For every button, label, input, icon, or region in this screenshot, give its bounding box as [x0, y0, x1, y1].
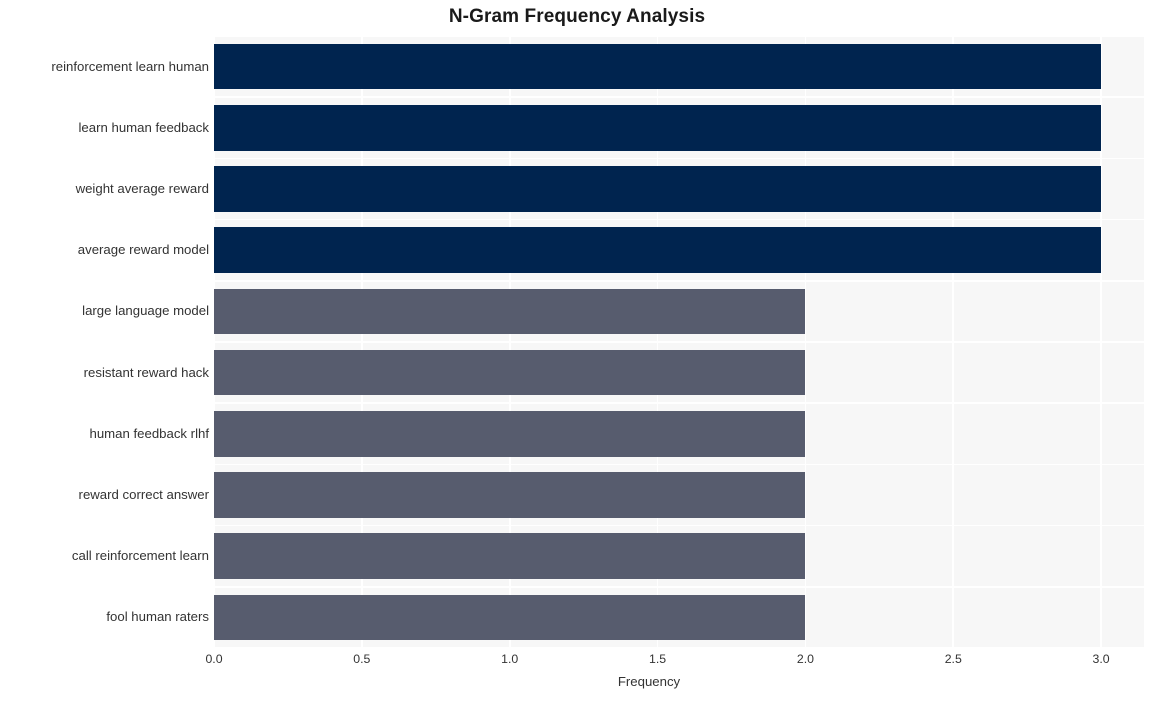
gridline-horizontal: [214, 524, 1144, 527]
y-axis-tick-label: fool human raters: [106, 609, 209, 625]
bar[interactable]: [214, 105, 1102, 151]
gridline-horizontal: [214, 36, 1144, 37]
gridline-horizontal: [214, 157, 1144, 160]
x-axis-tick-label: 2.0: [796, 652, 814, 666]
chart-title: N-Gram Frequency Analysis: [448, 6, 706, 27]
x-axis-tick-label: 0.5: [353, 652, 371, 666]
y-axis-tick-label: weight average reward: [75, 181, 209, 196]
bar[interactable]: [214, 411, 806, 457]
y-axis-tick-label: reward correct answer: [78, 487, 209, 502]
x-axis-tick-label: 0.0: [205, 652, 223, 666]
y-axis-tick-label: call reinforcement learn: [71, 548, 209, 564]
bar[interactable]: [214, 43, 1102, 90]
y-axis-tick-label: average reward model: [77, 242, 209, 258]
gridline-horizontal: [214, 463, 1144, 466]
gridline-horizontal: [214, 96, 1144, 98]
x-axis-tick-label: 3.0: [1092, 652, 1110, 666]
bar[interactable]: [214, 288, 806, 335]
x-axis-label: Frequency: [617, 674, 681, 689]
y-axis-tick-label: resistant reward hack: [83, 364, 209, 380]
bar[interactable]: [214, 533, 806, 579]
y-axis-tick-label: reinforcement learn human: [51, 58, 209, 74]
bar[interactable]: [214, 594, 806, 641]
bar[interactable]: [214, 472, 806, 518]
x-axis-tick-label: 1.5: [648, 652, 667, 666]
x-axis-tick-label: 2.5: [944, 652, 962, 666]
gridline-horizontal: [214, 402, 1144, 404]
gridline-horizontal: [214, 280, 1144, 282]
x-axis-tick-label: 1.0: [501, 652, 519, 666]
plot-area: [214, 36, 1144, 648]
bar[interactable]: [214, 227, 1102, 273]
gridline-horizontal: [214, 218, 1144, 221]
y-axis-tick-label: human feedback rlhf: [89, 425, 210, 441]
y-axis-tick-label: large language model: [82, 303, 209, 319]
chart-figure: N-Gram Frequency Analysis reinforcement …: [0, 0, 1154, 701]
gridline-horizontal: [214, 341, 1144, 343]
bar[interactable]: [214, 349, 806, 396]
bar[interactable]: [214, 166, 1102, 212]
y-axis-tick-label: learn human feedback: [78, 119, 210, 135]
gridline-horizontal: [214, 647, 1144, 648]
gridline-horizontal: [214, 586, 1144, 588]
